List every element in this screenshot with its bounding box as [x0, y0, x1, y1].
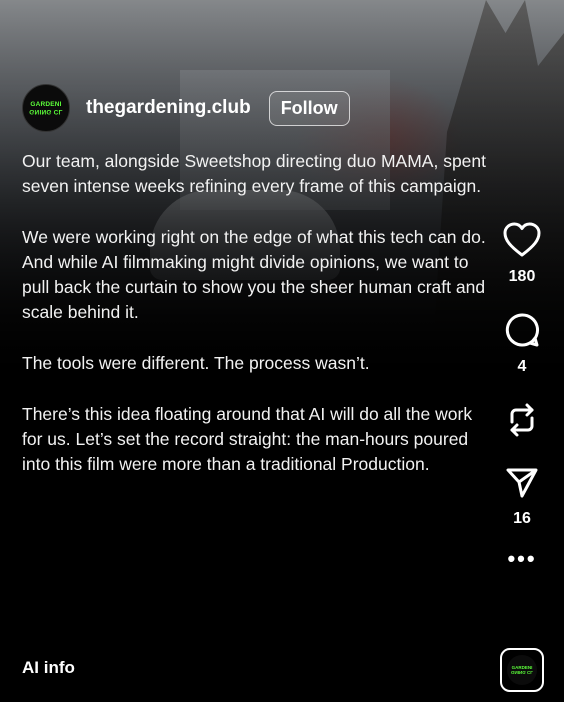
repost-icon [510, 403, 534, 437]
like-count: 180 [508, 268, 536, 285]
post-header: GARDENI GNING CL thegardening.club Follo… [22, 84, 350, 132]
comment-icon [505, 313, 540, 347]
more-icon: ••• [507, 546, 537, 571]
caption-paragraph: We were working right on the edge of wha… [22, 227, 486, 322]
like-button[interactable]: 180 [496, 222, 548, 286]
more-button[interactable]: ••• [496, 546, 548, 572]
username[interactable]: thegardening.club [86, 97, 251, 119]
comment-button[interactable]: 4 [496, 312, 548, 376]
ai-info-link[interactable]: AI info [22, 658, 75, 678]
avatar-logo-text: GNING CL [29, 108, 63, 115]
heart-icon [503, 222, 541, 257]
audio-thumbnail[interactable]: GARDENI GNING CL [500, 648, 544, 692]
share-button[interactable]: 16 [496, 464, 548, 528]
post-caption[interactable]: Our team, alongside Sweetshop directing … [22, 149, 492, 503]
avatar-logo-text: GARDENI [30, 101, 62, 108]
caption-paragraph: There’s this idea floating around that A… [22, 404, 473, 474]
repost-button[interactable] [496, 402, 548, 438]
caption-paragraph: The tools were different. The process wa… [22, 353, 370, 373]
follow-button[interactable]: Follow [268, 90, 350, 126]
audio-logo-text: GNING CL [511, 670, 533, 675]
share-count: 16 [513, 510, 531, 527]
send-icon [506, 468, 538, 498]
comment-count: 4 [517, 358, 527, 375]
caption-paragraph: Our team, alongside Sweetshop directing … [22, 151, 486, 196]
action-rail: 180 4 16 ••• [496, 222, 548, 572]
audio-logo: GARDENI GNING CL [507, 655, 537, 685]
avatar[interactable]: GARDENI GNING CL [22, 84, 70, 132]
